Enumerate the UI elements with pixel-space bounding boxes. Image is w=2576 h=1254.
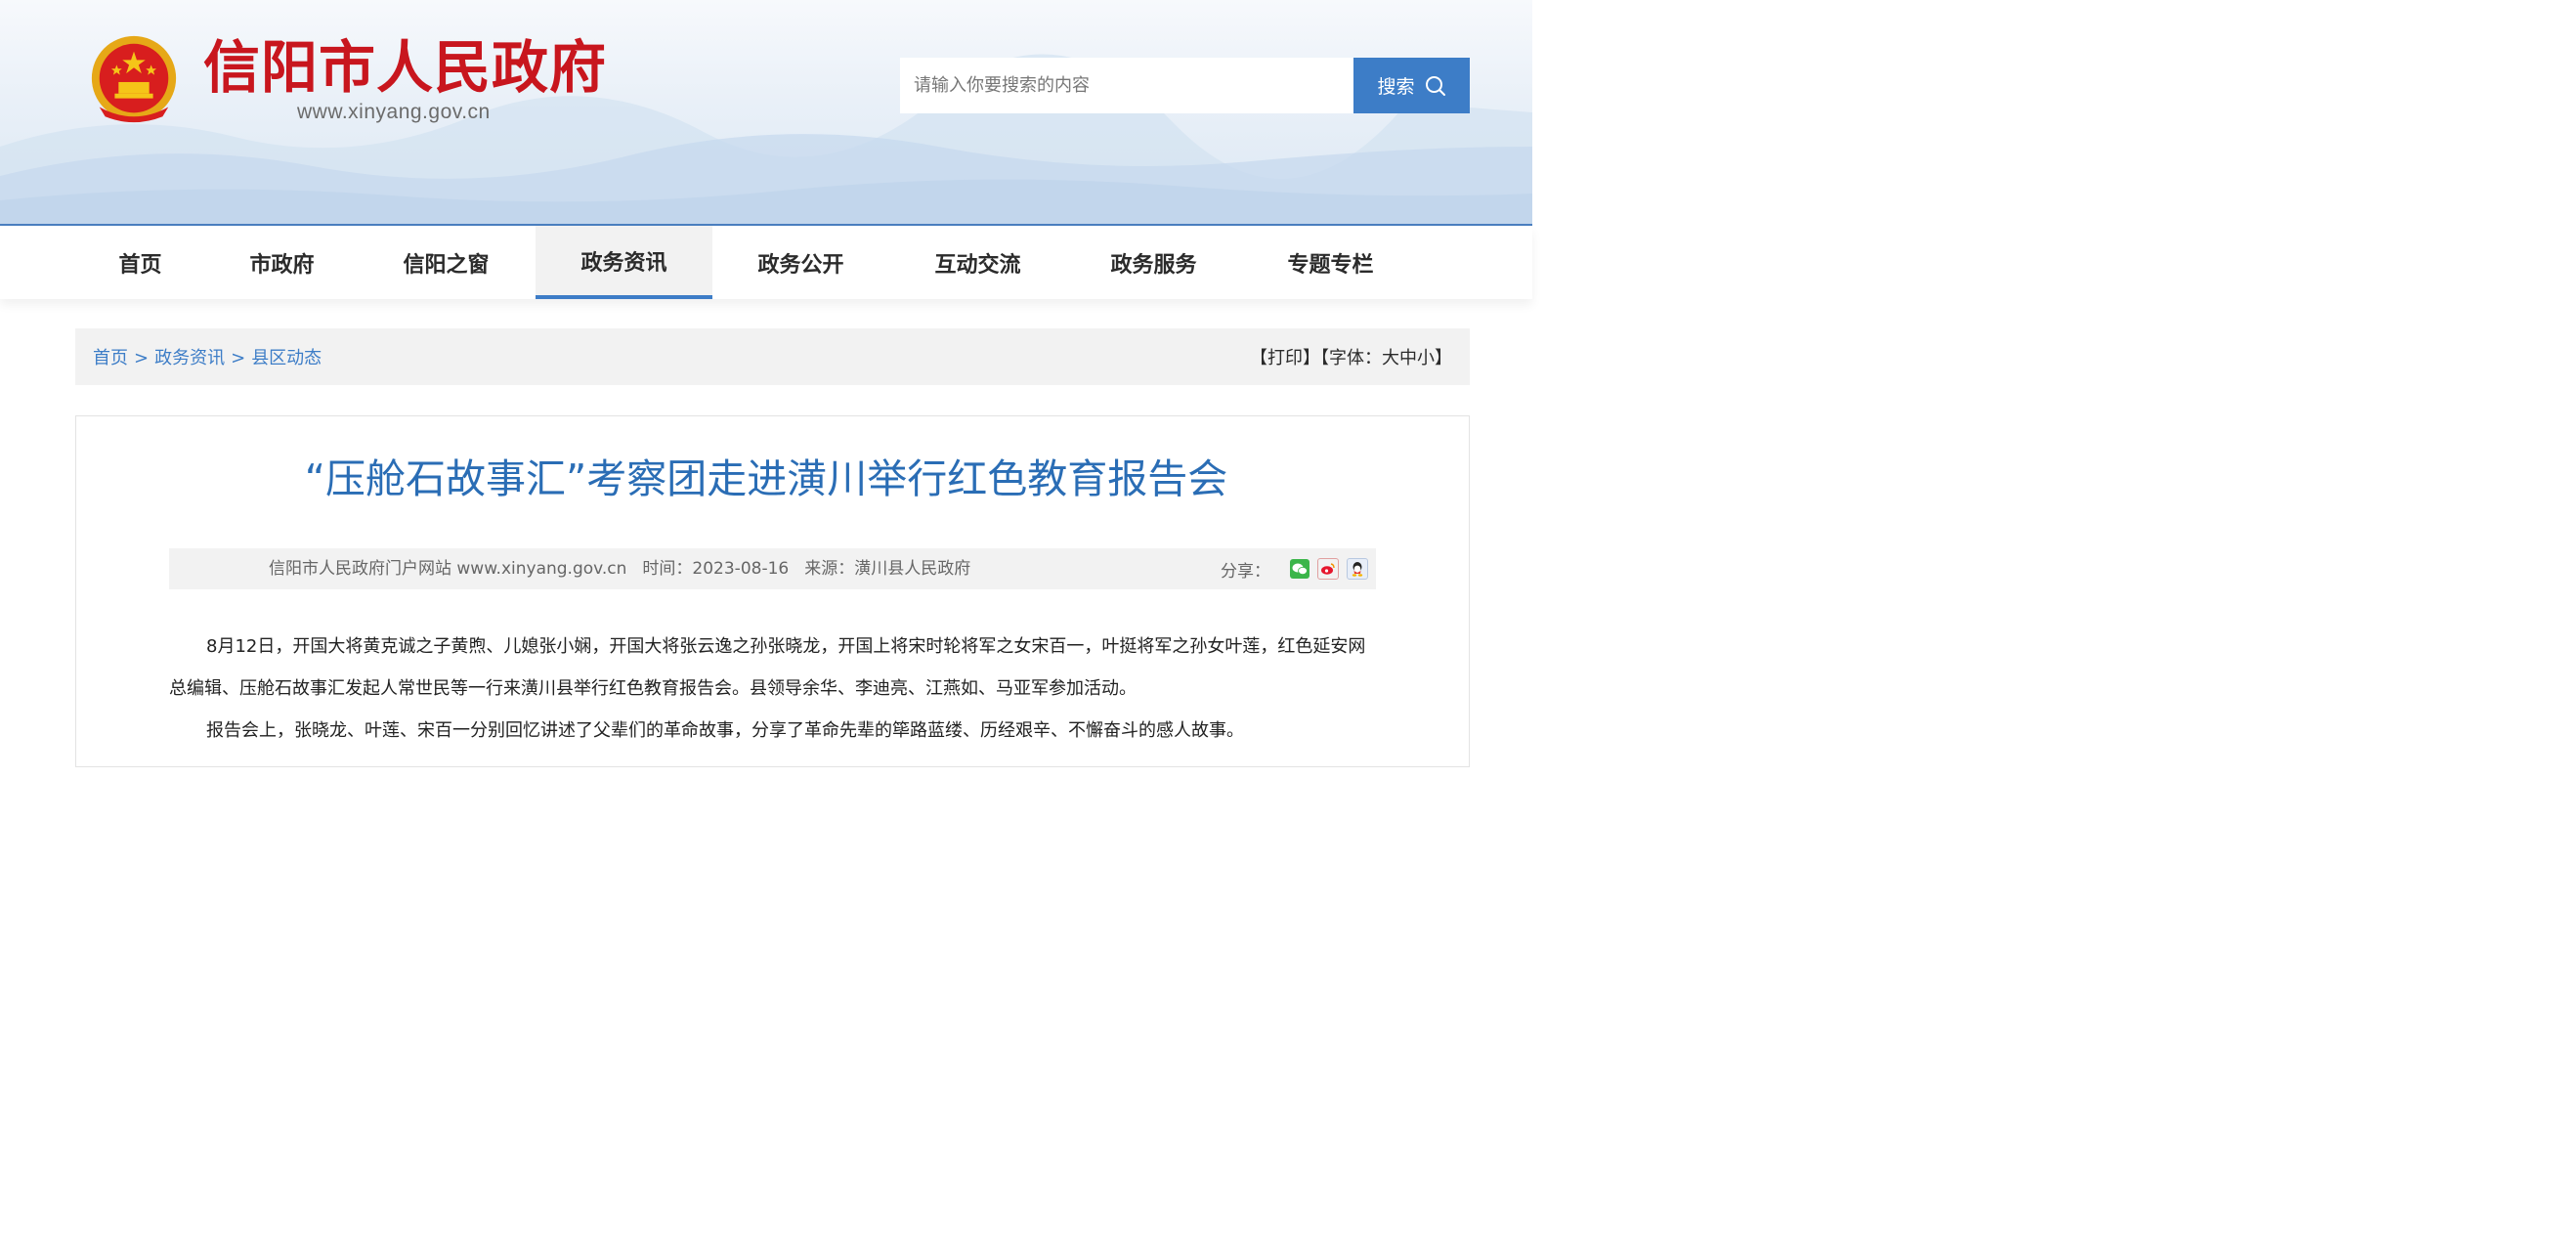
search-icon [1425,75,1445,96]
share-label: 分享： [1221,561,1270,582]
article-title: “压舱石故事汇”考察团走进潢川举行红色教育报告会 [304,455,1228,502]
page-tools: 【打印】【字体：大中小】 [1250,344,1452,369]
qq-icon[interactable] [1347,558,1368,580]
nav-item-xinyang-window[interactable]: 信阳之窗 [358,226,535,299]
main-nav: 首页 市政府 信阳之窗 政务资讯 政务公开 互动交流 政务服务 专题专栏 [0,226,1532,299]
breadcrumb-home-link[interactable]: 首页 [93,348,128,368]
national-emblem-icon [91,35,177,123]
breadcrumb-separator: > [134,348,150,368]
nav-item-government-news[interactable]: 政务资讯 [536,226,712,299]
article-site: 信阳市人民政府门户网站 www.xinyang.gov.cn [269,559,627,579]
article-meta-bar: 信阳市人民政府门户网站 www.xinyang.gov.cn 时间：2023-08… [169,548,1376,589]
weibo-icon[interactable] [1317,558,1339,580]
breadcrumb-news-link[interactable]: 政务资讯 [154,348,225,368]
nav-item-special-topics[interactable]: 专题专栏 [1242,226,1419,299]
breadcrumb-separator: > [231,348,246,368]
article-paragraph: 报告会上，张晓龙、叶莲、宋百一分别回忆讲述了父辈们的革命故事，分享了革命先辈的筚… [206,720,1244,741]
breadcrumb-bar: 首页 > 政务资讯 > 县区动态 【打印】【字体：大中小】 [75,328,1470,385]
font-size-control[interactable]: 【字体：大中小】 [1320,348,1452,368]
header-banner: 信阳市人民政府 www.xinyang.gov.cn 搜索 [0,0,1532,225]
article-source: 来源：潢川县人民政府 [804,559,971,579]
article-paragraph: 8月12日，开国大将黄克诚之子黄煦、儿媳张小娴，开国大将张云逸之孙张晓龙，开国上… [169,636,1366,699]
nav-item-government-affairs-open[interactable]: 政务公开 [712,226,889,299]
article-body: 8月12日，开国大将黄克诚之子黄煦、儿媳张小娴，开国大将张云逸之孙张晓龙，开国上… [169,626,1376,752]
nav-item-city-government[interactable]: 市政府 [193,226,370,299]
breadcrumb-county-news-link[interactable]: 县区动态 [251,348,322,368]
wechat-icon[interactable] [1290,559,1309,579]
search-input[interactable] [900,58,1353,113]
article-time: 时间：2023-08-16 [642,559,790,579]
site-title: 信阳市人民政府 [203,34,608,101]
print-button[interactable]: 【打印】 [1250,348,1320,368]
breadcrumb: 首页 > 政务资讯 > 县区动态 [93,344,322,369]
nav-item-interaction[interactable]: 互动交流 [889,226,1066,299]
share-section: 分享： [1221,548,1376,589]
search-button-label: 搜索 [1377,76,1415,98]
search-button[interactable]: 搜索 [1353,58,1470,113]
site-url: www.xinyang.gov.cn [297,101,491,123]
nav-item-government-services[interactable]: 政务服务 [1065,226,1242,299]
